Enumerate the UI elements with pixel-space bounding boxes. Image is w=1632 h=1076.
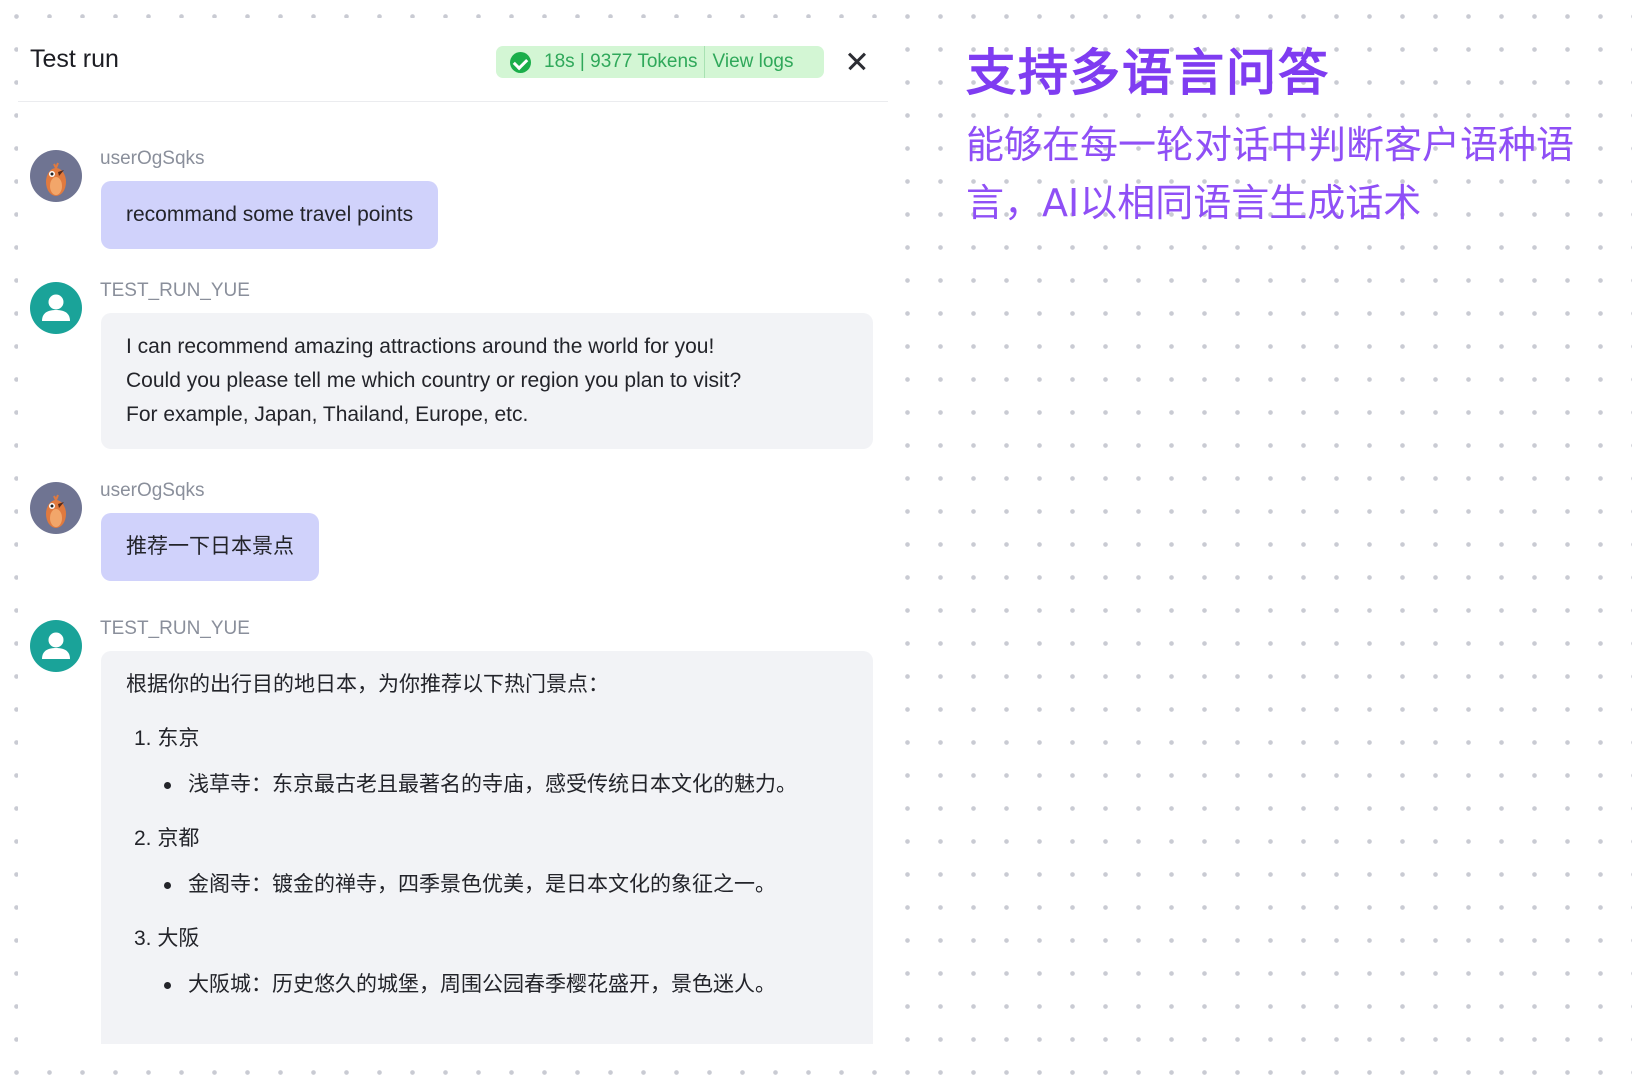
- message-line: For example, Japan, Thailand, Europe, et…: [126, 403, 529, 426]
- user-avatar: [30, 482, 82, 534]
- list-item-title: 2. 京都: [134, 827, 200, 850]
- message-user: userOgSqks recommand some travel points: [18, 146, 888, 256]
- test-run-panel: Test run 18s | 9377 Tokens View logs use…: [18, 18, 888, 1044]
- panel-header: Test run 18s | 9377 Tokens View logs: [18, 18, 888, 102]
- divider: [703, 46, 705, 78]
- view-logs-link[interactable]: View logs: [713, 51, 794, 73]
- message-bot: TEST_RUN_YUE I can recommend amazing att…: [18, 278, 888, 458]
- sender-name: userOgSqks: [100, 148, 205, 169]
- user-message-bubble: 推荐一下日本景点: [101, 513, 319, 581]
- run-stats-text: 18s | 9377 Tokens: [544, 51, 698, 72]
- sender-name: userOgSqks: [100, 480, 205, 501]
- promo-title: 支持多语言问答: [966, 44, 1330, 102]
- panel-title: Test run: [30, 45, 119, 73]
- close-icon[interactable]: [841, 46, 871, 76]
- bot-avatar: [30, 282, 82, 334]
- bot-message-bubble: 根据你的出行目的地日本，为你推荐以下热门景点： 1. 东京 浅草寺：东京最古老且…: [101, 651, 873, 1044]
- promo-description: 能够在每一轮对话中判断客户语种语言，AI以相同语言生成话术: [966, 123, 1575, 225]
- list-item-title: 1. 东京: [134, 727, 200, 750]
- message-bot: TEST_RUN_YUE 根据你的出行目的地日本，为你推荐以下热门景点： 1. …: [18, 616, 888, 1044]
- bot-avatar: [30, 620, 82, 672]
- list-item-detail: 金阁寺：镀金的禅寺，四季景色优美，是日本文化的象征之一。: [126, 868, 808, 902]
- chat-log[interactable]: userOgSqks recommand some travel points …: [18, 102, 888, 1044]
- list-item-detail: 大阪城：历史悠久的城堡，周围公园春季樱花盛开，景色迷人。: [126, 968, 808, 1002]
- list-item-detail: 浅草寺：东京最古老且最著名的寺庙，感受传统日本文化的魅力。: [126, 768, 808, 802]
- run-stats-badge: 18s | 9377 Tokens View logs: [496, 46, 824, 78]
- user-avatar: [30, 150, 82, 202]
- sender-name: TEST_RUN_YUE: [100, 280, 250, 301]
- message-line: I can recommend amazing attractions arou…: [126, 335, 715, 358]
- list-item-title: 3. 大阪: [134, 927, 200, 950]
- message-user: userOgSqks 推荐一下日本景点: [18, 478, 888, 588]
- message-line: Could you please tell me which country o…: [126, 369, 742, 392]
- check-circle-icon: [510, 51, 531, 73]
- message-intro: 根据你的出行目的地日本，为你推荐以下热门景点：: [126, 673, 609, 696]
- user-message-bubble: recommand some travel points: [101, 181, 439, 249]
- bot-message-bubble: I can recommend amazing attractions arou…: [101, 313, 873, 449]
- attraction-list: 1. 东京 浅草寺：东京最古老且最著名的寺庙，感受传统日本文化的魅力。 2. 京…: [126, 722, 848, 1002]
- sender-name: TEST_RUN_YUE: [100, 618, 250, 639]
